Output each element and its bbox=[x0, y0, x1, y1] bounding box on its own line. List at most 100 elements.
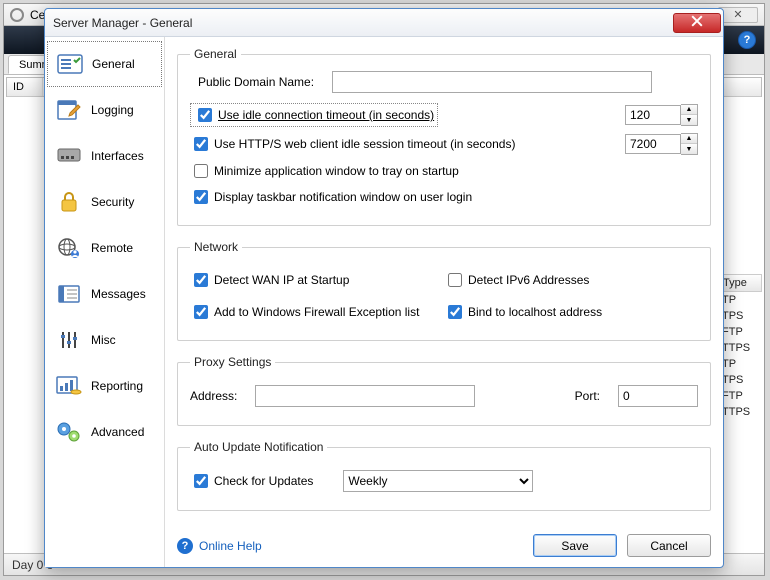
logging-icon bbox=[55, 99, 83, 121]
category-sidebar: General Logging Interfaces Security Remo… bbox=[45, 37, 165, 567]
check-updates-label: Check for Updates bbox=[214, 474, 313, 488]
dialog-title: Server Manager - General bbox=[53, 16, 192, 30]
sidebar-item-label: General bbox=[92, 57, 135, 71]
proxy-group: Proxy Settings Address: Port: bbox=[177, 355, 711, 426]
detect-wan-check[interactable] bbox=[194, 273, 208, 287]
type-cell: TTPS bbox=[718, 404, 762, 420]
sidebar-item-interfaces[interactable]: Interfaces bbox=[45, 133, 164, 179]
proxy-port-input[interactable] bbox=[618, 385, 698, 407]
sidebar-item-misc[interactable]: Misc bbox=[45, 317, 164, 363]
help-icon: ? bbox=[177, 538, 193, 554]
sidebar-item-label: Interfaces bbox=[91, 149, 144, 163]
settings-content: General Public Domain Name: Use idle con… bbox=[165, 37, 723, 567]
parent-type-column: Type TP TPS FTP TTPS TP TPS FTP TTPS bbox=[718, 274, 762, 420]
spin-up-button[interactable]: ▲ bbox=[681, 134, 697, 144]
sidebar-item-label: Messages bbox=[91, 287, 146, 301]
misc-icon bbox=[55, 329, 83, 351]
cancel-button[interactable]: Cancel bbox=[627, 534, 711, 557]
http-timeout-value[interactable] bbox=[625, 134, 681, 154]
type-cell: TP bbox=[718, 356, 762, 372]
sidebar-item-label: Misc bbox=[91, 333, 116, 347]
check-updates-checkbox[interactable]: Check for Updates bbox=[190, 471, 313, 491]
interfaces-icon bbox=[55, 145, 83, 167]
check-updates-check[interactable] bbox=[194, 474, 208, 488]
type-cell: TP bbox=[718, 292, 762, 308]
sidebar-item-reporting[interactable]: Reporting bbox=[45, 363, 164, 409]
dialog-footer: ? Online Help Save Cancel bbox=[177, 534, 711, 557]
idle-timeout-spinner[interactable]: ▲▼ bbox=[625, 104, 698, 126]
spin-down-button[interactable]: ▼ bbox=[681, 144, 697, 154]
save-button[interactable]: Save bbox=[533, 534, 617, 557]
minimize-tray-checkbox[interactable]: Minimize application window to tray on s… bbox=[190, 161, 459, 181]
detect-ipv6-check[interactable] bbox=[448, 273, 462, 287]
proxy-port-label: Port: bbox=[575, 389, 600, 403]
type-cell: TTPS bbox=[718, 340, 762, 356]
remote-icon bbox=[55, 237, 83, 259]
sidebar-item-label: Reporting bbox=[91, 379, 143, 393]
sidebar-item-security[interactable]: Security bbox=[45, 179, 164, 225]
update-group: Auto Update Notification Check for Updat… bbox=[177, 440, 711, 511]
type-cell: TPS bbox=[718, 308, 762, 324]
detect-wan-label: Detect WAN IP at Startup bbox=[214, 273, 349, 287]
detect-ipv6-checkbox[interactable]: Detect IPv6 Addresses bbox=[444, 270, 589, 290]
proxy-legend: Proxy Settings bbox=[190, 355, 275, 369]
http-timeout-label: Use HTTP/S web client idle session timeo… bbox=[214, 137, 515, 151]
general-legend: General bbox=[190, 47, 241, 61]
detect-ipv6-label: Detect IPv6 Addresses bbox=[468, 273, 589, 287]
proxy-address-label: Address: bbox=[190, 389, 237, 403]
spin-down-button[interactable]: ▼ bbox=[681, 115, 697, 125]
sidebar-item-messages[interactable]: Messages bbox=[45, 271, 164, 317]
sidebar-item-label: Security bbox=[91, 195, 134, 209]
update-frequency-select[interactable]: Weekly bbox=[343, 470, 533, 492]
sidebar-item-advanced[interactable]: Advanced bbox=[45, 409, 164, 455]
sidebar-item-label: Logging bbox=[91, 103, 134, 117]
firewall-checkbox[interactable]: Add to Windows Firewall Exception list bbox=[190, 302, 419, 322]
close-button[interactable] bbox=[673, 13, 721, 33]
type-cell: FTP bbox=[718, 388, 762, 404]
reporting-icon bbox=[55, 375, 83, 397]
column-header-id[interactable]: ID bbox=[7, 78, 43, 96]
detect-wan-checkbox[interactable]: Detect WAN IP at Startup bbox=[190, 270, 349, 290]
spin-up-button[interactable]: ▲ bbox=[681, 105, 697, 115]
bind-localhost-check[interactable] bbox=[448, 305, 462, 319]
idle-timeout-checkbox[interactable]: Use idle connection timeout (in seconds) bbox=[190, 103, 438, 127]
parent-close-button[interactable]: ✕ bbox=[718, 7, 758, 23]
column-header-type[interactable]: Type bbox=[718, 274, 762, 292]
close-icon bbox=[691, 15, 703, 30]
security-icon bbox=[55, 191, 83, 213]
sidebar-item-remote[interactable]: Remote bbox=[45, 225, 164, 271]
firewall-check[interactable] bbox=[194, 305, 208, 319]
type-cell: FTP bbox=[718, 324, 762, 340]
http-timeout-spinner[interactable]: ▲▼ bbox=[625, 133, 698, 155]
update-legend: Auto Update Notification bbox=[190, 440, 327, 454]
taskbar-notify-check[interactable] bbox=[194, 190, 208, 204]
idle-timeout-check[interactable] bbox=[198, 108, 212, 122]
type-cell: TPS bbox=[718, 372, 762, 388]
minimize-tray-label: Minimize application window to tray on s… bbox=[214, 164, 459, 178]
sidebar-item-logging[interactable]: Logging bbox=[45, 87, 164, 133]
sidebar-item-label: Advanced bbox=[91, 425, 144, 439]
online-help-label: Online Help bbox=[199, 539, 262, 553]
app-icon bbox=[10, 8, 24, 22]
idle-timeout-value[interactable] bbox=[625, 105, 681, 125]
public-domain-input[interactable] bbox=[332, 71, 652, 93]
http-timeout-checkbox[interactable]: Use HTTP/S web client idle session timeo… bbox=[190, 134, 515, 154]
sidebar-item-general[interactable]: General bbox=[47, 41, 162, 87]
firewall-label: Add to Windows Firewall Exception list bbox=[214, 305, 419, 319]
help-icon[interactable]: ? bbox=[738, 31, 756, 49]
dialog-titlebar[interactable]: Server Manager - General bbox=[45, 9, 723, 37]
minimize-tray-check[interactable] bbox=[194, 164, 208, 178]
general-group: General Public Domain Name: Use idle con… bbox=[177, 47, 711, 226]
http-timeout-check[interactable] bbox=[194, 137, 208, 151]
general-icon bbox=[56, 53, 84, 75]
bind-localhost-label: Bind to localhost address bbox=[468, 305, 602, 319]
bind-localhost-checkbox[interactable]: Bind to localhost address bbox=[444, 302, 602, 322]
proxy-address-input[interactable] bbox=[255, 385, 475, 407]
network-legend: Network bbox=[190, 240, 242, 254]
idle-timeout-label: Use idle connection timeout (in seconds) bbox=[218, 108, 434, 122]
taskbar-notify-label: Display taskbar notification window on u… bbox=[214, 190, 472, 204]
taskbar-notify-checkbox[interactable]: Display taskbar notification window on u… bbox=[190, 187, 472, 207]
sidebar-item-label: Remote bbox=[91, 241, 133, 255]
messages-icon bbox=[55, 283, 83, 305]
online-help-link[interactable]: ? Online Help bbox=[177, 538, 262, 554]
